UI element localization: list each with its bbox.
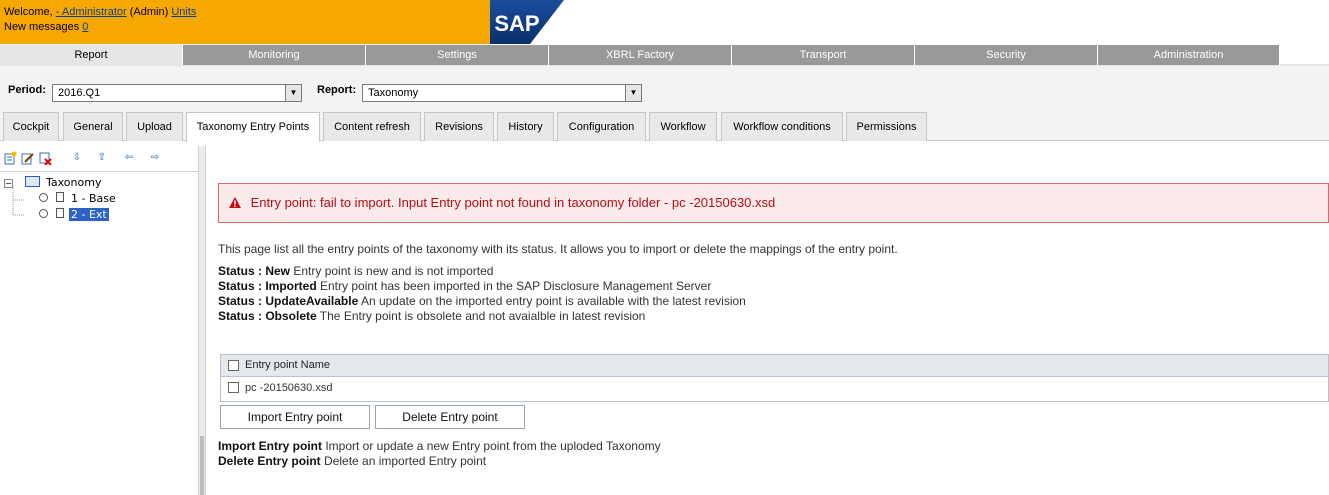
status-line: Status : New Entry point is new and is n… bbox=[218, 264, 494, 278]
nav-monitoring[interactable]: Monitoring bbox=[183, 45, 366, 65]
tab-taxonomy-entry-points[interactable]: Taxonomy Entry Points bbox=[186, 112, 320, 142]
nav-report[interactable]: Report bbox=[0, 45, 183, 65]
main-content: Entry point: fail to import. Input Entry… bbox=[207, 146, 1329, 495]
error-text: Entry point: fail to import. Input Entry… bbox=[250, 195, 776, 210]
tab-upload[interactable]: Upload bbox=[126, 112, 183, 141]
tree-node-label: 1 - Base bbox=[71, 192, 116, 205]
new-item-icon[interactable] bbox=[3, 151, 17, 165]
delete-item-icon[interactable] bbox=[38, 151, 52, 166]
welcome-prefix: Welcome, bbox=[4, 6, 53, 18]
period-label: Period: bbox=[8, 84, 46, 96]
error-message: Entry point: fail to import. Input Entry… bbox=[218, 183, 1329, 223]
tab-workflow-conditions[interactable]: Workflow conditions bbox=[721, 112, 843, 141]
sap-logo: SAP bbox=[490, 0, 564, 44]
move-right-icon[interactable]: ⇨ bbox=[148, 151, 162, 165]
tree-panel: ⇩ ⇧ ⇦ ⇨ − Taxonomy 1 - Base 2 - Ext bbox=[0, 146, 198, 495]
table-row[interactable]: pc -20150630.xsd bbox=[220, 377, 1329, 402]
tree-node-label: Taxonomy bbox=[46, 176, 102, 189]
tab-revisions[interactable]: Revisions bbox=[424, 112, 494, 141]
row-checkbox[interactable] bbox=[228, 382, 239, 393]
messages-count-link[interactable]: 0 bbox=[82, 21, 88, 33]
taxonomy-tree: − Taxonomy 1 - Base 2 - Ext bbox=[0, 172, 198, 495]
welcome-panel: Welcome, - Administrator (Admin) Units N… bbox=[0, 0, 490, 44]
column-header-entry-point-name: Entry point Name bbox=[245, 359, 330, 371]
tree-node-label-selected: 2 - Ext bbox=[69, 208, 109, 221]
status-line: Status : UpdateAvailable An update on th… bbox=[218, 294, 746, 308]
logo-text: SAP bbox=[494, 11, 539, 36]
tab-general[interactable]: General bbox=[63, 112, 123, 141]
warning-icon bbox=[229, 184, 241, 222]
chevron-down-icon[interactable]: ▼ bbox=[285, 85, 301, 101]
nav-administration[interactable]: Administration bbox=[1098, 45, 1280, 65]
user-link[interactable]: - Administrator bbox=[56, 6, 127, 18]
entry-point-name: pc -20150630.xsd bbox=[245, 382, 333, 394]
tab-content-refresh[interactable]: Content refresh bbox=[323, 112, 421, 141]
tree-toolbar: ⇩ ⇧ ⇦ ⇨ bbox=[0, 146, 198, 172]
move-down-icon[interactable]: ⇩ bbox=[70, 151, 84, 165]
page-description: This page list all the entry points of t… bbox=[218, 242, 898, 256]
radio-icon[interactable] bbox=[39, 193, 48, 202]
tab-history[interactable]: History bbox=[497, 112, 554, 141]
move-left-icon[interactable]: ⇦ bbox=[122, 151, 136, 165]
button-help: Import Entry point Import or update a ne… bbox=[218, 439, 661, 469]
help-line: Import Entry point Import or update a ne… bbox=[218, 439, 661, 453]
move-up-icon[interactable]: ⇧ bbox=[95, 151, 109, 165]
report-value: Taxonomy bbox=[368, 87, 419, 99]
status-legend: Status : New Entry point is new and is n… bbox=[218, 264, 746, 324]
nav-security[interactable]: Security bbox=[915, 45, 1098, 65]
chevron-down-icon[interactable]: ▼ bbox=[625, 85, 641, 101]
messages-label: New messages bbox=[4, 21, 80, 33]
import-entry-point-button[interactable]: Import Entry point bbox=[220, 405, 370, 429]
user-role: (Admin) bbox=[129, 6, 169, 18]
entry-points-table: Entry point Name pc -20150630.xsd bbox=[220, 354, 1329, 402]
tree-node-ext[interactable]: 2 - Ext bbox=[39, 208, 109, 221]
radio-icon[interactable] bbox=[39, 209, 48, 218]
report-select[interactable]: Taxonomy ▼ bbox=[362, 84, 642, 102]
status-line: Status : Imported Entry point has been i… bbox=[218, 279, 712, 293]
table-header: Entry point Name bbox=[220, 354, 1329, 377]
tab-workflow[interactable]: Workflow bbox=[649, 112, 717, 141]
delete-entry-point-button[interactable]: Delete Entry point bbox=[375, 405, 525, 429]
main-navigation: Report Monitoring Settings XBRL Factory … bbox=[0, 45, 1329, 67]
status-line: Status : Obsolete The Entry point is obs… bbox=[218, 309, 646, 323]
document-icon bbox=[55, 208, 64, 218]
edit-item-icon[interactable] bbox=[20, 151, 34, 165]
nav-xbrl-factory[interactable]: XBRL Factory bbox=[549, 45, 732, 65]
book-icon bbox=[24, 176, 40, 187]
units-link[interactable]: Units bbox=[171, 6, 196, 18]
nav-settings[interactable]: Settings bbox=[366, 45, 549, 65]
scrollbar-thumb[interactable] bbox=[200, 436, 204, 495]
tab-configuration[interactable]: Configuration bbox=[557, 112, 646, 141]
select-all-checkbox[interactable] bbox=[228, 360, 239, 371]
collapse-icon[interactable]: − bbox=[4, 179, 13, 188]
tree-node-taxonomy[interactable]: − Taxonomy bbox=[4, 176, 101, 189]
filter-bar: Period: 2016.Q1 ▼ Report: Taxonomy ▼ bbox=[0, 66, 1329, 110]
document-icon bbox=[55, 192, 64, 202]
tab-cockpit[interactable]: Cockpit bbox=[3, 112, 59, 141]
report-subtabs: Cockpit General Upload Taxonomy Entry Po… bbox=[0, 110, 1329, 142]
tab-permissions[interactable]: Permissions bbox=[846, 112, 927, 141]
help-line: Delete Entry point Delete an imported En… bbox=[218, 454, 487, 468]
period-value: 2016.Q1 bbox=[58, 87, 101, 99]
nav-transport[interactable]: Transport bbox=[732, 45, 915, 65]
tree-node-base[interactable]: 1 - Base bbox=[39, 192, 116, 205]
panel-splitter[interactable] bbox=[198, 146, 206, 495]
period-select[interactable]: 2016.Q1 ▼ bbox=[52, 84, 302, 102]
report-label: Report: bbox=[317, 84, 357, 96]
